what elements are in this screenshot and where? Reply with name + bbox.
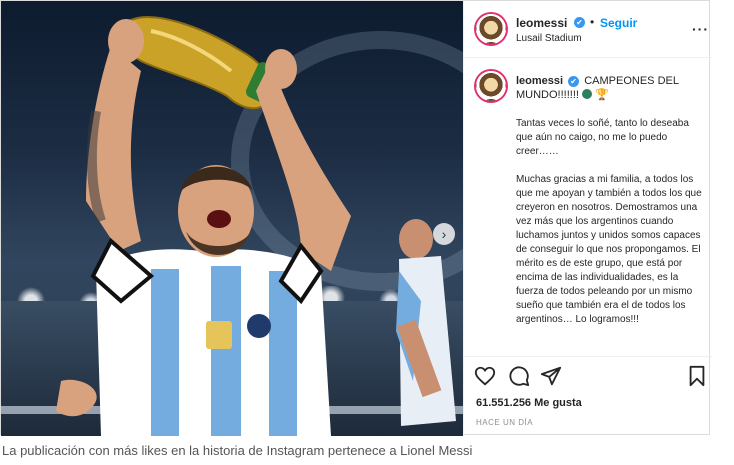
post-timestamp[interactable]: HACE UN DÍA bbox=[476, 418, 533, 427]
post-location[interactable]: Lusail Stadium bbox=[516, 33, 582, 44]
caption-area: leomessi ✔ CAMPEONES DEL MUNDO!!!!!!! 🏆 … bbox=[464, 59, 712, 354]
separator-dot: • bbox=[590, 15, 595, 29]
trophy-emoji-icon: 🏆 bbox=[595, 89, 609, 101]
world-cup-trophy bbox=[122, 16, 279, 110]
caption-paragraph-2: Muchas gracias a mi familia, a todos los… bbox=[516, 174, 702, 325]
follow-button[interactable]: Seguir bbox=[600, 16, 637, 30]
heart-icon[interactable] bbox=[474, 365, 496, 387]
argentina-jersey bbox=[90, 237, 331, 436]
article-caption: La publicación con más likes en la histo… bbox=[2, 443, 473, 458]
likes-count[interactable]: 61.551.256 Me gusta bbox=[476, 397, 582, 409]
post-header: leomessi ✔ • Seguir Lusail Stadium ··· bbox=[464, 1, 712, 58]
post-photo[interactable]: › bbox=[1, 1, 463, 436]
caption-headline: leomessi ✔ CAMPEONES DEL MUNDO!!!!!!! 🏆 bbox=[516, 74, 701, 102]
share-icon[interactable] bbox=[540, 365, 562, 387]
author-username[interactable]: leomessi bbox=[516, 16, 567, 30]
globe-emoji-icon bbox=[582, 89, 593, 99]
player-illustration bbox=[56, 16, 456, 436]
caption-body: Tantas veces lo soñé, tanto lo deseaba q… bbox=[516, 117, 706, 341]
instagram-post: › leomessi ✔ • Seguir Lusail Stadium ···… bbox=[0, 0, 712, 436]
teammate-figure bbox=[396, 219, 456, 426]
caption-avatar[interactable] bbox=[476, 71, 506, 101]
caption-verified-icon: ✔ bbox=[568, 76, 580, 87]
verified-badge-icon: ✔ bbox=[574, 17, 585, 28]
player-head bbox=[178, 165, 254, 257]
next-image-button[interactable]: › bbox=[433, 223, 455, 245]
post-side-panel: leomessi ✔ • Seguir Lusail Stadium ··· l… bbox=[463, 1, 712, 436]
fan-hand bbox=[56, 379, 97, 417]
post-actions: 61.551.256 Me gusta HACE UN DÍA bbox=[464, 356, 712, 436]
more-options-icon[interactable]: ··· bbox=[692, 21, 709, 37]
author-avatar[interactable] bbox=[476, 14, 506, 44]
caption-paragraph-1: Tantas veces lo soñé, tanto lo deseaba q… bbox=[516, 118, 689, 157]
comment-icon[interactable] bbox=[508, 365, 530, 387]
caption-username[interactable]: leomessi bbox=[516, 75, 563, 87]
bookmark-icon[interactable] bbox=[686, 365, 708, 387]
